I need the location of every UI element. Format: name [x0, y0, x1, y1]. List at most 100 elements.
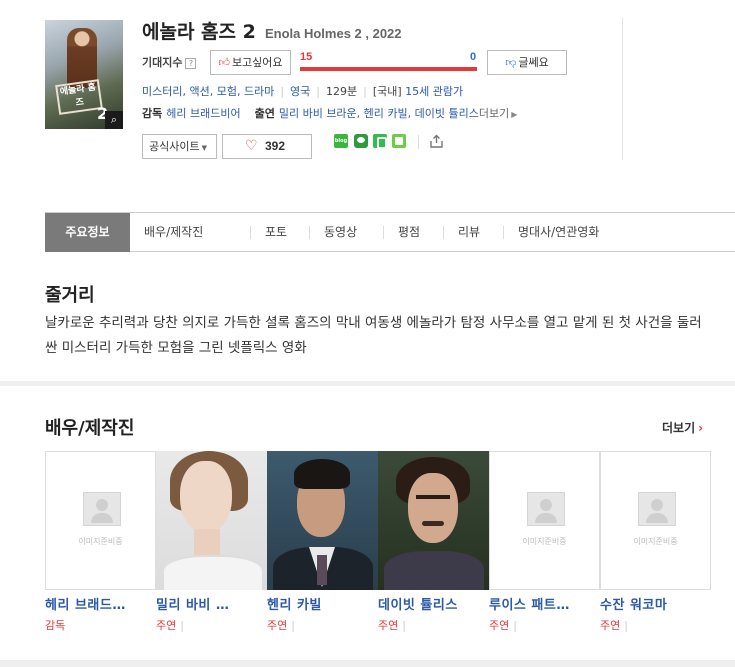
blog-share-icon[interactable]: blog: [334, 134, 348, 148]
cast-name[interactable]: 루이스 패트…: [489, 594, 600, 613]
cast-more-link[interactable]: 더보기: [479, 107, 509, 120]
cast-label: 출연: [254, 107, 275, 120]
synopsis-title: 줄거리: [45, 285, 95, 306]
header-divider: [622, 18, 623, 160]
tab-photo[interactable]: 포토: [251, 213, 309, 252]
poster-title-text: 에놀라 홈즈: [55, 79, 103, 115]
band-share-icon[interactable]: [373, 134, 387, 149]
director-link[interactable]: 헤리 브래드비어: [166, 107, 240, 120]
heart-icon: ♡: [245, 138, 258, 154]
rating-prefix: [국내]: [372, 85, 402, 98]
divider: |: [363, 85, 367, 98]
movie-poster[interactable]: 에놀라 홈즈 2 ⌕: [45, 20, 123, 129]
dropdown-arrow-icon: ▼: [201, 144, 207, 152]
cast-photo-placeholder[interactable]: 이미지준비중: [600, 451, 711, 590]
cast-role: 주연 |: [267, 617, 295, 633]
cast-name[interactable]: 헤리 브래드…: [45, 594, 156, 613]
title-korean: 에놀라 홈즈 2: [142, 21, 256, 43]
keep-share-icon[interactable]: [392, 134, 406, 148]
photo-mustache: [422, 521, 444, 526]
cast-section-more-label: 더보기: [662, 421, 696, 435]
expectation-label-text: 기대지수: [142, 56, 183, 69]
cast-card[interactable]: 밀리 바비 … 주연 |: [156, 451, 267, 636]
want-to-see-button[interactable]: 👍︎ 보고싶어요: [210, 50, 291, 75]
divider: |: [624, 619, 628, 632]
tab-cast-crew[interactable]: 배우/제작진: [130, 213, 250, 252]
want-count: 15: [300, 51, 313, 63]
divider: |: [180, 619, 184, 632]
placeholder-text: 이미지준비중: [522, 537, 567, 546]
cast-list: 이미지준비중 헤리 브래드… 감독 밀리 바비 … 주연 | 헨리 카빌 주연 |: [45, 451, 711, 636]
country-link[interactable]: 영국: [290, 85, 310, 98]
divider: |: [402, 619, 406, 632]
cast-role: 주연 |: [600, 617, 628, 633]
meh-label: 글쎄요: [518, 56, 549, 69]
chevron-right-icon: ▶: [511, 110, 518, 119]
cast-photo[interactable]: [267, 451, 378, 590]
chevron-right-icon: ›: [698, 421, 704, 435]
credit-row: 감독 헤리 브래드비어 출연 밀리 바비 브라운, 헨리 카빌, 데이빗 튤리스더보…: [142, 105, 517, 121]
cast-name[interactable]: 헨리 카빌: [267, 594, 378, 613]
cast-links[interactable]: 밀리 바비 브라운, 헨리 카빌, 데이빗 튤리스: [279, 107, 479, 120]
placeholder-text: 이미지준비중: [633, 537, 678, 546]
section-divider: [0, 381, 735, 386]
director-label: 감독: [142, 107, 163, 120]
like-button[interactable]: ♡ 392: [222, 134, 312, 159]
zoom-icon[interactable]: ⌕: [105, 111, 123, 129]
cast-photo[interactable]: [378, 451, 489, 590]
cast-card[interactable]: 이미지준비중 헤리 브래드… 감독: [45, 451, 156, 636]
cast-photo[interactable]: [156, 451, 267, 590]
cast-role-label: 주연: [267, 619, 288, 632]
photo-clothing: [164, 555, 262, 590]
expectation-bar-fill: [300, 67, 477, 71]
cast-role: 주연 |: [489, 617, 517, 633]
cast-section-more-link[interactable]: 더보기 ›: [662, 419, 703, 436]
share-icon[interactable]: [428, 133, 445, 150]
help-icon[interactable]: ?: [185, 58, 197, 69]
cast-photo-placeholder[interactable]: 이미지준비중: [489, 451, 600, 590]
photo-face: [180, 461, 232, 533]
rating-link[interactable]: 15세 관람가: [405, 85, 463, 98]
talk-share-icon[interactable]: [354, 134, 368, 148]
runtime: 129분: [326, 85, 358, 98]
cast-card[interactable]: 이미지준비중 루이스 패트… 주연 |: [489, 451, 600, 636]
cast-card[interactable]: 이미지준비중 수잔 워코마 주연 |: [600, 451, 711, 636]
divider: [418, 135, 419, 149]
official-site-label: 공식사이트: [149, 140, 200, 153]
cast-card[interactable]: 데이빗 튤리스 주연 |: [378, 451, 489, 636]
cast-role-label: 주연: [600, 619, 621, 632]
genre-link[interactable]: 미스터리, 액션, 모험, 드라마: [142, 85, 274, 98]
person-placeholder-icon: [527, 492, 565, 526]
cast-name[interactable]: 수잔 워코마: [600, 594, 711, 613]
tab-rating[interactable]: 평점: [384, 213, 443, 252]
official-site-dropdown[interactable]: 공식사이트 ▼: [142, 134, 217, 159]
title-english: Enola Holmes 2 , 2022: [264, 26, 402, 41]
cast-role: 감독: [45, 617, 65, 633]
divider: |: [316, 85, 320, 98]
photo-face: [408, 473, 458, 543]
cast-role-label: 주연: [378, 619, 399, 632]
synopsis-text: 날카로운 추리력과 당찬 의지로 가득한 셜록 홈즈의 막내 여동생 에놀라가 …: [45, 315, 702, 356]
divider: |: [280, 85, 285, 98]
photo-brows: [416, 495, 450, 499]
photo-clothing: [384, 551, 484, 590]
tab-review[interactable]: 리뷰: [444, 213, 503, 252]
tab-bar: 주요정보 배우/제작진 포토 동영상 평점 리뷰 명대사/연관영화: [45, 212, 735, 252]
expectation-label: 기대지수?: [142, 54, 197, 70]
cast-role: 주연 |: [156, 617, 184, 633]
cast-name[interactable]: 데이빗 튤리스: [378, 594, 489, 613]
movie-info-row: 미스터리, 액션, 모험, 드라마 | 영국 | 129분 | [국내] 15세 관람가: [142, 83, 463, 99]
expectation-bar: [300, 67, 477, 71]
cast-name[interactable]: 밀리 바비 …: [156, 594, 267, 613]
cast-section-title: 배우/제작진: [45, 418, 135, 439]
cast-photo-placeholder[interactable]: 이미지준비중: [45, 451, 156, 590]
section-divider: [0, 660, 735, 667]
meh-button[interactable]: 👎︎ 글쎄요: [487, 50, 567, 75]
person-placeholder-icon: [83, 492, 121, 526]
want-label: 보고싶어요: [231, 56, 283, 69]
tab-main-info[interactable]: 주요정보: [45, 212, 130, 252]
thumbs-up-icon: 👍︎: [218, 56, 230, 69]
tab-quotes-related[interactable]: 명대사/연관영화: [504, 213, 634, 252]
tab-video[interactable]: 동영상: [310, 213, 383, 252]
cast-card[interactable]: 헨리 카빌 주연 |: [267, 451, 378, 636]
